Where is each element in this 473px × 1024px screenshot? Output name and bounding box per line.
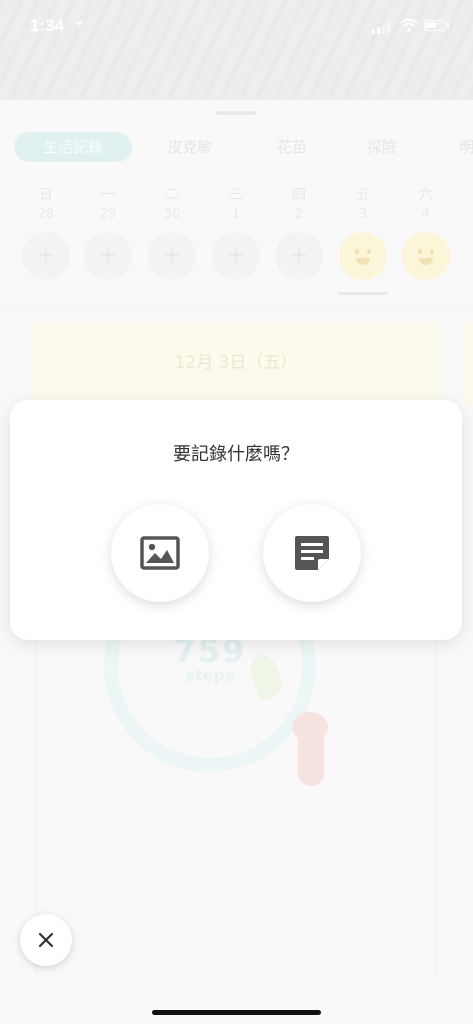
status-time: 1:34 (30, 16, 65, 35)
wifi-icon (400, 18, 418, 32)
close-button[interactable] (20, 914, 72, 966)
image-icon (140, 536, 180, 570)
battery-icon (424, 20, 446, 31)
location-arrow-icon (75, 20, 83, 28)
record-dialog: 要記錄什麼嗎？ (10, 400, 462, 640)
add-photo-button[interactable] (111, 504, 209, 602)
status-bar: 1:34 (0, 0, 473, 44)
cellular-signal-icon (372, 22, 390, 34)
close-icon (38, 932, 54, 948)
dialog-title: 要記錄什麼嗎？ (173, 444, 299, 465)
battery-nub (447, 23, 449, 28)
home-indicator[interactable] (152, 1010, 321, 1015)
add-note-button[interactable] (263, 504, 361, 602)
note-icon (295, 536, 329, 570)
